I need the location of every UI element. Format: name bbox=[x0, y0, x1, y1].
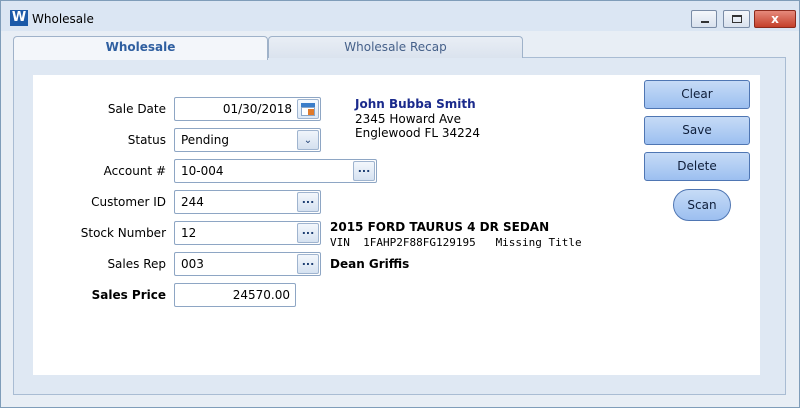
sale-date-label: Sale Date bbox=[107, 102, 166, 116]
customer-id-value: 244 bbox=[181, 195, 204, 209]
sales-price-value: 24570.00 bbox=[232, 288, 290, 302]
scan-button[interactable]: Scan bbox=[673, 189, 731, 221]
tab-wholesale-recap[interactable]: Wholesale Recap bbox=[268, 36, 523, 58]
minimize-icon bbox=[701, 21, 709, 23]
app-logo-icon: W bbox=[10, 10, 28, 26]
customer-id-field[interactable]: 244 ... bbox=[174, 190, 321, 214]
close-button[interactable]: x bbox=[754, 10, 796, 28]
delete-button[interactable]: Delete bbox=[644, 152, 750, 181]
stock-number-field[interactable]: 12 ... bbox=[174, 221, 321, 245]
calendar-button[interactable] bbox=[297, 99, 319, 119]
customer-address-line2: Englewood FL 34224 bbox=[355, 126, 481, 140]
save-button[interactable]: Save bbox=[644, 116, 750, 145]
sales-price-field[interactable]: 24570.00 bbox=[174, 283, 296, 307]
sales-rep-field[interactable]: 003 ... bbox=[174, 252, 321, 276]
account-value: 10-004 bbox=[181, 164, 224, 178]
chevron-down-icon[interactable]: ⌄ bbox=[297, 130, 319, 150]
clear-button[interactable]: Clear bbox=[644, 80, 750, 109]
sale-date-value: 01/30/2018 bbox=[222, 102, 292, 116]
customer-id-label: Customer ID bbox=[91, 195, 166, 209]
sales-rep-lookup-button[interactable]: ... bbox=[297, 254, 319, 274]
account-field[interactable]: 10-004 ... bbox=[174, 159, 377, 183]
vehicle-vin-line: VIN 1FAHP2F88FG129195 Missing Title bbox=[330, 236, 582, 249]
status-label: Status bbox=[127, 133, 166, 147]
maximize-icon bbox=[732, 15, 742, 23]
stock-number-value: 12 bbox=[181, 226, 197, 240]
sales-rep-name: Dean Griffis bbox=[330, 257, 410, 271]
sales-rep-value: 003 bbox=[181, 257, 204, 271]
sales-price-label: Sales Price bbox=[91, 288, 166, 302]
maximize-button[interactable] bbox=[723, 10, 750, 28]
account-lookup-button[interactable]: ... bbox=[353, 161, 375, 181]
customer-lookup-button[interactable]: ... bbox=[297, 192, 319, 212]
tab-wholesale[interactable]: Wholesale bbox=[13, 36, 268, 60]
vehicle-description: 2015 FORD TAURUS 4 DR SEDAN bbox=[330, 220, 550, 234]
sale-date-field[interactable]: 01/30/2018 bbox=[174, 97, 321, 121]
sales-rep-label: Sales Rep bbox=[107, 257, 166, 271]
minimize-button[interactable] bbox=[691, 10, 717, 28]
stock-lookup-button[interactable]: ... bbox=[297, 223, 319, 243]
status-value: Pending bbox=[181, 133, 229, 147]
customer-address-line1: 2345 Howard Ave bbox=[355, 112, 462, 126]
close-icon: x bbox=[771, 12, 779, 26]
customer-name: John Bubba Smith bbox=[355, 97, 476, 111]
window-title: Wholesale bbox=[32, 12, 94, 26]
title-bar: W Wholesale x bbox=[1, 1, 799, 31]
account-label: Account # bbox=[103, 164, 166, 178]
stock-number-label: Stock Number bbox=[80, 226, 166, 240]
status-select[interactable]: Pending ⌄ bbox=[174, 128, 321, 152]
